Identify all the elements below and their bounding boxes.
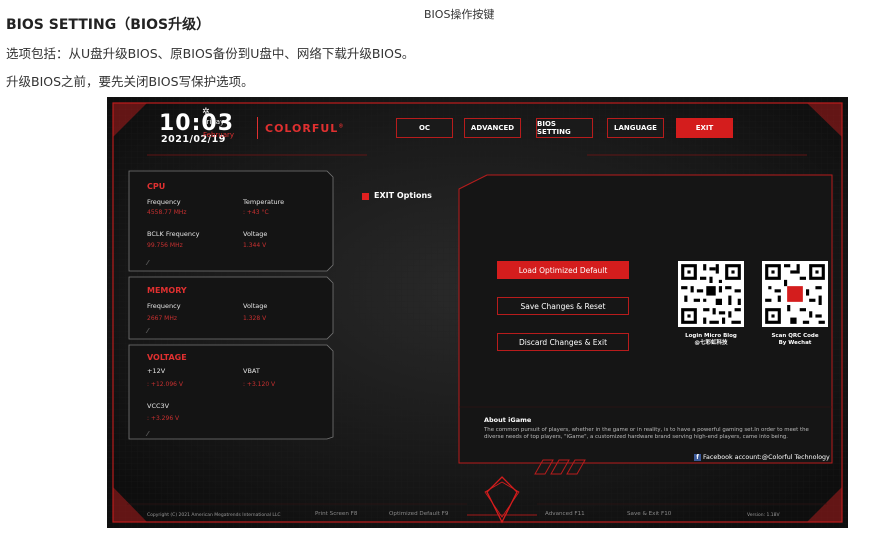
cpu-voltage-value: 1.344 V xyxy=(243,242,267,249)
weibo-qr-code xyxy=(678,261,744,327)
description-line-2: 升级BIOS之前，要先关闭BIOS写保护选项。 xyxy=(6,74,254,89)
facebook-account-text: Facebook account:@Colorful Technology xyxy=(703,454,830,461)
voltage-vcc3v-value: : +3.296 V xyxy=(147,415,180,422)
voltage-panel-title: VOLTAGE xyxy=(147,353,187,362)
document-page: BIOS操作按键 BIOS SETTING（BIOS升级） 选项包括：从U盘升级… xyxy=(0,0,879,533)
version-text: Version: 1.18V xyxy=(747,513,780,518)
brand-logo: COLORFUL® xyxy=(265,122,345,135)
voltage-12v-label: +12V xyxy=(147,367,166,375)
copyright-text: Copyright (C) 2021 American Megatrends I… xyxy=(147,513,281,518)
figure-caption: BIOS操作按键 xyxy=(424,8,495,21)
cpu-temperature-label: Temperature xyxy=(243,198,285,206)
save-changes-reset-button[interactable]: Save Changes & Reset xyxy=(497,297,629,315)
cpu-frequency-value: 4558.77 MHz xyxy=(147,209,187,216)
exit-section-title: EXIT Options xyxy=(374,191,432,200)
cpu-frequency-label: Frequency xyxy=(147,198,181,206)
cpu-bclk-value: 99.756 MHz xyxy=(147,242,183,249)
memory-voltage-label: Voltage xyxy=(243,302,268,310)
section-title: BIOS SETTING（BIOS升级） xyxy=(6,17,211,33)
description-line-1: 选项包括：从U盘升级BIOS、原BIOS备份到U盘中、网络下载升级BIOS。 xyxy=(6,46,415,61)
nav-tab-language[interactable]: LANGUAGE xyxy=(607,118,664,138)
voltage-12v-value: : +12.096 V xyxy=(147,381,183,388)
advanced-hotkey[interactable]: Advanced F11 xyxy=(545,511,585,517)
bios-screenshot: 10:03 ✲ Friday 2021/02/19 February COLOR… xyxy=(107,97,848,528)
memory-frequency-label: Frequency xyxy=(147,302,181,310)
cpu-bclk-label: BCLK Frequency xyxy=(147,230,200,238)
discard-changes-exit-button[interactable]: Discard Changes & Exit xyxy=(497,333,629,351)
save-exit-hotkey[interactable]: Save & Exit F10 xyxy=(627,511,671,517)
voltage-vbat-value: : +3.120 V xyxy=(243,381,276,388)
voltage-vcc3v-label: VCC3V xyxy=(147,402,170,410)
cpu-panel-title: CPU xyxy=(147,182,166,191)
clock-day: Friday xyxy=(203,118,225,126)
load-optimized-default-button[interactable]: Load Optimized Default xyxy=(497,261,629,279)
about-text: The common pursuit of players, whether i… xyxy=(484,427,809,440)
facebook-account: f Facebook account:@Colorful Technology xyxy=(694,454,830,461)
decor-chevrons: ⁄⁄⁄ xyxy=(147,259,148,267)
nav-tab-advanced[interactable]: ADVANCED xyxy=(464,118,521,138)
brand-divider xyxy=(257,117,258,139)
clock-month: February xyxy=(203,131,235,139)
wechat-qr-caption: Scan QRC Code By Wechat xyxy=(771,333,819,346)
facebook-icon: f xyxy=(694,454,701,461)
decor-chevrons: ⁄⁄⁄ xyxy=(147,327,148,335)
memory-frequency-value: 2667 MHz xyxy=(147,315,178,322)
exit-section-marker xyxy=(362,193,369,200)
nav-tab-oc[interactable]: OC xyxy=(396,118,453,138)
wechat-qr-code xyxy=(762,261,828,327)
voltage-vbat-label: VBAT xyxy=(243,367,260,375)
nav-tab-exit[interactable]: EXIT xyxy=(676,118,733,138)
gear-icon[interactable]: ✲ xyxy=(202,107,210,117)
weibo-qr-caption: Login Micro Blog @七彩虹科技 xyxy=(685,333,737,346)
print-screen-hotkey[interactable]: Print Screen F8 xyxy=(315,511,357,517)
decor-chevrons: ⁄⁄⁄ xyxy=(147,430,148,438)
nav-tab-bios-setting[interactable]: BIOS SETTING xyxy=(536,118,593,138)
optimized-default-hotkey[interactable]: Optimized Default F9 xyxy=(389,511,448,517)
cpu-temperature-value: : +43 °C xyxy=(243,209,269,216)
about-title: About iGame xyxy=(484,416,532,424)
cpu-voltage-label: Voltage xyxy=(243,230,268,238)
memory-panel-title: MEMORY xyxy=(147,286,187,295)
memory-voltage-value: 1.328 V xyxy=(243,315,267,322)
